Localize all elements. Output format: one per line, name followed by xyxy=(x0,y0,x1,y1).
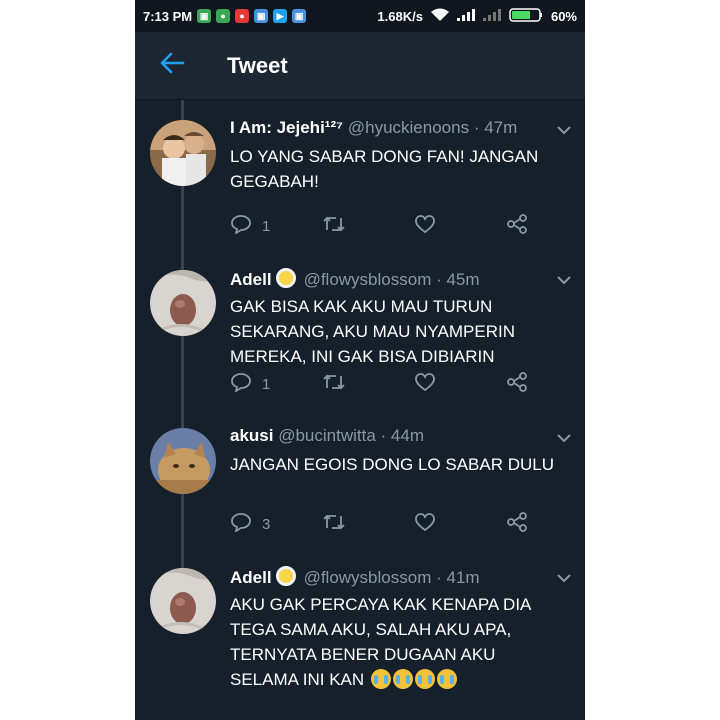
like-button[interactable] xyxy=(414,214,436,238)
crying-emoji xyxy=(436,669,457,689)
battery-icon xyxy=(509,7,543,25)
tweet-thread: I Am: Jejehi¹²⁷ @hyuckienoons · 47m LO Y… xyxy=(135,100,585,720)
tweet-actions: 1 xyxy=(230,372,540,394)
tweet-time: · 44m xyxy=(380,426,424,445)
crying-emoji xyxy=(414,669,435,689)
reply-count: 1 xyxy=(262,375,271,393)
notification-icon: ▣ xyxy=(254,9,269,23)
tweet-text-container: AKU GAK PERCAYA KAK KENAPA DIA TEGA SAMA… xyxy=(230,592,560,692)
tweet-text: LO YANG SABAR DONG FAN! JANGAN GEGABAH! xyxy=(230,147,539,191)
tweet-actions: 1 xyxy=(230,214,540,236)
user-handle[interactable]: @bucintwitta xyxy=(278,426,376,445)
tweet[interactable]: akusi @bucintwitta · 44m JANGAN EGOIS DO… xyxy=(135,408,585,548)
avatar[interactable] xyxy=(150,428,216,494)
tweet-time: · 45m xyxy=(436,270,480,289)
like-icon xyxy=(414,214,436,238)
wifi-icon xyxy=(430,8,449,25)
thread-line xyxy=(181,250,184,270)
tweet-text: JANGAN EGOIS DONG LO SABAR DULU xyxy=(230,455,555,474)
chevron-down-icon[interactable] xyxy=(557,272,571,290)
user-handle[interactable]: @hyuckienoons xyxy=(348,118,469,137)
tweet[interactable]: Adell @flowysblossom · 41m AKU GAK PERCAY… xyxy=(135,548,585,720)
thread-line xyxy=(181,494,184,548)
reply-icon xyxy=(230,512,252,536)
tweet[interactable]: Adell @flowysblossom · 45m GAK BISA KAK A… xyxy=(135,250,585,408)
retweet-icon xyxy=(322,214,346,238)
share-icon xyxy=(506,512,528,536)
share-icon xyxy=(506,372,528,396)
tweet[interactable]: I Am: Jejehi¹²⁷ @hyuckienoons · 47m LO Y… xyxy=(135,100,585,250)
display-name[interactable]: Adell xyxy=(230,568,272,587)
tweet-header: I Am: Jejehi¹²⁷ @hyuckienoons · 47m xyxy=(230,118,575,138)
crying-emoji xyxy=(392,669,413,689)
user-handle[interactable]: @flowysblossom xyxy=(304,270,432,289)
reply-count: 3 xyxy=(262,515,271,533)
play-store-icon: ▶ xyxy=(273,9,288,23)
tweet-actions: 3 xyxy=(230,512,540,534)
thread-line xyxy=(181,548,184,568)
notification-icon: ● xyxy=(235,9,250,23)
avatar[interactable] xyxy=(150,568,216,634)
retweet-button[interactable] xyxy=(322,372,346,396)
share-button[interactable] xyxy=(506,512,528,536)
notification-icon: ▣ xyxy=(197,9,212,23)
notification-icon: ▣ xyxy=(292,9,307,23)
battery-percent: 60% xyxy=(550,8,577,24)
back-arrow-icon[interactable] xyxy=(159,52,201,79)
flower-emoji xyxy=(275,566,296,586)
like-icon xyxy=(414,372,436,396)
line-icon: ● xyxy=(216,9,231,23)
flower-emoji xyxy=(275,268,296,288)
status-time: 7:13 PM xyxy=(143,8,193,24)
like-icon xyxy=(414,512,436,536)
avatar[interactable] xyxy=(150,120,216,186)
reply-icon xyxy=(230,214,252,238)
crying-emoji xyxy=(370,669,391,689)
reply-icon xyxy=(230,372,252,396)
chevron-down-icon[interactable] xyxy=(557,430,571,448)
phone-screen: 7:13 PM ▣ ● ● ▣ ▶ ▣ 1.68K/s 60% Tweet I … xyxy=(135,0,585,720)
display-name[interactable]: I Am: Jejehi¹²⁷ xyxy=(230,118,343,137)
thread-line xyxy=(181,100,184,120)
chevron-down-icon[interactable] xyxy=(557,570,571,588)
share-icon xyxy=(506,214,528,238)
signal-2-icon xyxy=(482,8,501,24)
reply-count: 1 xyxy=(262,217,271,235)
user-handle[interactable]: @flowysblossom xyxy=(304,568,432,587)
share-button[interactable] xyxy=(506,214,528,238)
tweet-header: Adell @flowysblossom · 41m xyxy=(230,566,575,588)
top-navigation: Tweet xyxy=(135,32,585,100)
thread-line xyxy=(181,186,184,250)
chevron-down-icon[interactable] xyxy=(557,122,571,140)
like-button[interactable] xyxy=(414,512,436,536)
thread-line xyxy=(181,408,184,428)
tweet-time: · 47m xyxy=(473,118,518,137)
tweet-header: akusi @bucintwitta · 44m xyxy=(230,426,575,446)
retweet-button[interactable] xyxy=(322,512,346,536)
retweet-icon xyxy=(322,372,346,396)
status-bar: 7:13 PM ▣ ● ● ▣ ▶ ▣ 1.68K/s 60% xyxy=(135,0,585,32)
reply-button[interactable]: 3 xyxy=(230,512,270,536)
retweet-button[interactable] xyxy=(322,214,346,238)
avatar[interactable] xyxy=(150,270,216,336)
retweet-icon xyxy=(322,512,346,536)
signal-icon xyxy=(456,8,475,24)
network-speed: 1.68K/s xyxy=(377,8,423,24)
display-name[interactable]: akusi xyxy=(230,426,273,445)
tweet-time: · 41m xyxy=(436,568,480,587)
tweet-header: Adell @flowysblossom · 45m xyxy=(230,268,575,290)
like-button[interactable] xyxy=(414,372,436,396)
share-button[interactable] xyxy=(506,372,528,396)
tweet-text: GAK BISA KAK AKU MAU TURUN SEKARANG, AKU… xyxy=(230,297,515,366)
reply-button[interactable]: 1 xyxy=(230,214,270,238)
page-title: Tweet xyxy=(227,52,288,78)
display-name[interactable]: Adell xyxy=(230,270,272,289)
thread-line xyxy=(181,336,184,408)
reply-button[interactable]: 1 xyxy=(230,372,270,396)
